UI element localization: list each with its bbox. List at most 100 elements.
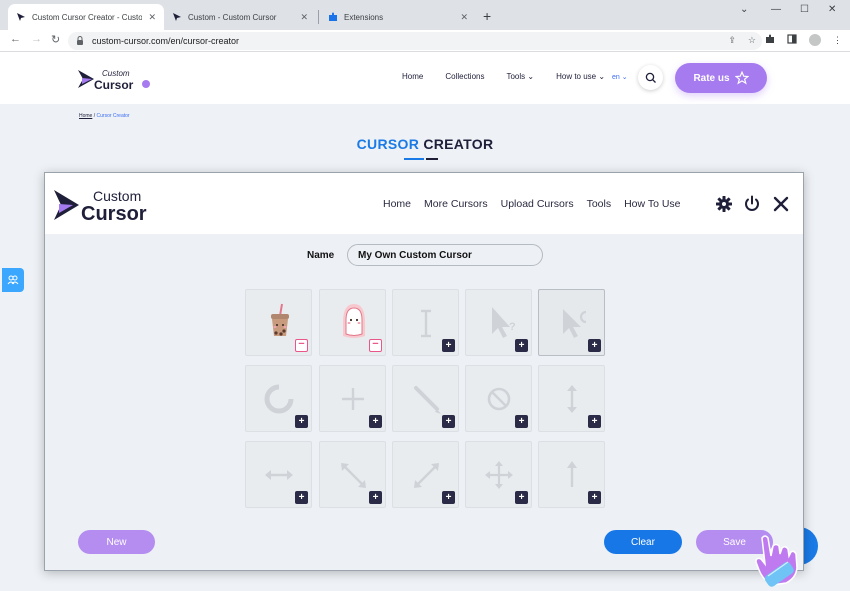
browser-tab-active[interactable]: Custom Cursor Creator - Custom ✕ <box>8 4 164 30</box>
add-icon[interactable]: + <box>515 491 528 504</box>
clear-button[interactable]: Clear <box>604 530 682 554</box>
chevron-down-icon: ⌄ <box>621 74 628 81</box>
language-select[interactable]: en ⌄ <box>612 73 628 81</box>
page-title-accent: CURSOR <box>356 136 420 152</box>
rate-us-label: Rate us <box>693 72 730 84</box>
cursor-creator-modal: Custom Cursor Home More Cursors Upload C… <box>44 172 804 571</box>
tab-search-icon[interactable]: ⌄ <box>740 4 748 15</box>
gear-icon[interactable] <box>715 195 733 213</box>
modal-nav: Home More Cursors Upload Cursors Tools H… <box>383 198 681 210</box>
tab-close-icon[interactable]: ✕ <box>460 12 468 23</box>
side-panel-icon[interactable] <box>787 34 797 46</box>
tab-divider <box>318 10 319 24</box>
cursor-slot[interactable]: ? + <box>465 289 532 356</box>
url-text: custom-cursor.com/en/cursor-creator <box>92 36 240 46</box>
cursor-slot[interactable]: + <box>392 441 459 508</box>
back-arrow-icon[interactable]: ← <box>10 33 21 45</box>
screenshot-frame: Custom Cursor Creator - Custom ✕ Custom … <box>0 0 850 591</box>
cursor-slot[interactable]: + <box>465 365 532 432</box>
address-bar[interactable]: custom-cursor.com/en/cursor-creator ⇪ ☆ <box>68 32 762 50</box>
bookmark-star-icon[interactable]: ☆ <box>748 35 756 46</box>
name-label: Name <box>307 250 335 261</box>
add-icon[interactable]: + <box>369 491 382 504</box>
new-tab-button[interactable]: + <box>483 8 491 24</box>
chevron-down-icon: ⌄ <box>598 72 606 81</box>
cursor-slot[interactable]: − <box>245 289 312 356</box>
cursor-slot-selected[interactable]: + <box>538 289 605 356</box>
site-logo[interactable]: Custom Cursor <box>76 64 156 94</box>
add-icon[interactable]: + <box>295 491 308 504</box>
site-nav: Home Collections Tools ⌄ How to use ⌄ <box>402 72 605 81</box>
share-icon[interactable]: ⇪ <box>728 35 736 46</box>
nav-collections[interactable]: Collections <box>445 72 484 81</box>
cursor-slot[interactable]: + <box>245 441 312 508</box>
cursor-slot-grid: − − + ? + + + + + + + + + + + + <box>245 289 605 509</box>
profile-avatar-icon[interactable] <box>809 34 821 46</box>
cursor-slot[interactable]: + <box>538 365 605 432</box>
modal-logo[interactable]: Custom Cursor <box>53 187 167 223</box>
browser-tab-bar: Custom Cursor Creator - Custom ✕ Custom … <box>0 0 850 30</box>
window-close-button[interactable]: ✕ <box>828 4 836 15</box>
tab-title: Custom - Custom Cursor <box>188 12 277 22</box>
add-icon[interactable]: + <box>515 415 528 428</box>
accessibility-side-tab[interactable] <box>2 268 24 292</box>
add-icon[interactable]: + <box>295 415 308 428</box>
reload-icon[interactable]: ↻ <box>51 33 60 46</box>
breadcrumb: Home / Cursor Creator <box>79 113 130 119</box>
modal-nav-home[interactable]: Home <box>383 198 411 210</box>
add-icon[interactable]: + <box>588 491 601 504</box>
cursor-slot[interactable]: + <box>319 441 386 508</box>
maximize-button[interactable]: ☐ <box>800 4 809 15</box>
nav-how-to-use[interactable]: How to use ⌄ <box>556 72 605 81</box>
modal-nav-upload-cursors[interactable]: Upload Cursors <box>501 198 574 210</box>
minimize-button[interactable]: — <box>771 4 781 15</box>
cursor-slot[interactable]: + <box>319 365 386 432</box>
cursor-slot[interactable]: + <box>392 289 459 356</box>
nav-home[interactable]: Home <box>402 72 423 81</box>
cursor-slot[interactable]: + <box>392 365 459 432</box>
breadcrumb-separator: / <box>93 113 96 119</box>
power-icon[interactable] <box>743 195 761 213</box>
forward-arrow-icon[interactable]: → <box>31 33 42 45</box>
tab-title: Extensions <box>344 12 384 22</box>
tab-close-icon[interactable]: ✕ <box>300 12 308 23</box>
tab-close-icon[interactable]: ✕ <box>148 12 156 23</box>
browser-tab[interactable]: Extensions ✕ <box>320 4 476 30</box>
add-icon[interactable]: + <box>442 415 455 428</box>
cursor-favicon-icon <box>16 12 26 22</box>
site-search-button[interactable] <box>638 65 663 90</box>
cursor-slot[interactable]: + <box>538 441 605 508</box>
cursor-slot[interactable]: + <box>245 365 312 432</box>
extensions-puzzle-icon[interactable] <box>765 34 775 46</box>
add-icon[interactable]: + <box>442 491 455 504</box>
remove-icon[interactable]: − <box>295 339 308 352</box>
remove-icon[interactable]: − <box>369 339 382 352</box>
add-icon[interactable]: + <box>515 339 528 352</box>
lock-icon <box>76 35 84 47</box>
browser-tab[interactable]: Custom - Custom Cursor ✕ <box>164 4 316 30</box>
cursor-slot[interactable]: + <box>465 441 532 508</box>
breadcrumb-home-link[interactable]: Home <box>79 113 92 119</box>
title-underline <box>404 158 438 160</box>
kebab-menu-icon[interactable]: ⋮ <box>833 35 842 46</box>
rate-us-button[interactable]: Rate us <box>675 63 767 93</box>
svg-text:Custom: Custom <box>93 188 141 204</box>
new-button[interactable]: New <box>78 530 155 554</box>
add-icon[interactable]: + <box>588 415 601 428</box>
tab-title: Custom Cursor Creator - Custom <box>32 12 143 22</box>
page-title: CURSOR CREATOR <box>0 136 850 152</box>
svg-text:Cursor: Cursor <box>81 203 147 223</box>
nav-tools[interactable]: Tools ⌄ <box>506 72 534 81</box>
svg-text:Cursor: Cursor <box>94 78 134 92</box>
chevron-down-icon: ⌄ <box>527 72 535 81</box>
cursor-name-input[interactable] <box>347 244 543 266</box>
search-icon <box>645 72 656 83</box>
modal-nav-how-to-use[interactable]: How To Use <box>624 198 680 210</box>
add-icon[interactable]: + <box>442 339 455 352</box>
cursor-slot[interactable]: − <box>319 289 386 356</box>
add-icon[interactable]: + <box>369 415 382 428</box>
modal-nav-more-cursors[interactable]: More Cursors <box>424 198 488 210</box>
close-icon[interactable] <box>772 195 790 213</box>
modal-nav-tools[interactable]: Tools <box>587 198 612 210</box>
add-icon[interactable]: + <box>588 339 601 352</box>
